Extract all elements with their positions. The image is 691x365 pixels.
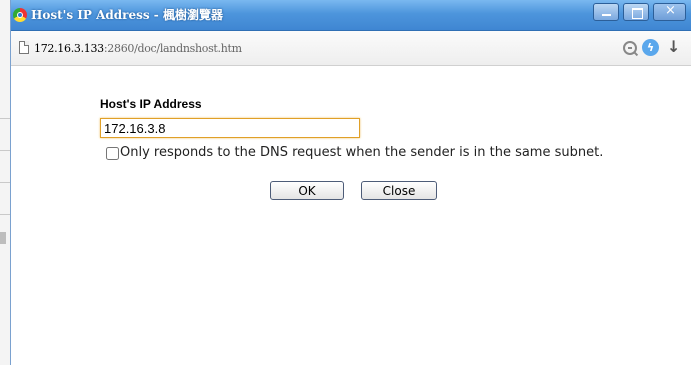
download-icon[interactable]: ↓	[667, 37, 680, 56]
dialog-content: Host's IP Address Only responds to the D…	[11, 66, 691, 365]
popup-window: Host's IP Address - 楓樹瀏覽器 × 172.16.3.133…	[10, 0, 691, 365]
maximize-button[interactable]	[623, 3, 649, 21]
maximize-icon	[632, 8, 643, 19]
bolt-icon[interactable]: ϟ	[642, 39, 659, 56]
address-bar[interactable]: 172.16.3.133:2860/doc/landnshost.htm ϟ ↓	[11, 31, 691, 66]
zoom-icon[interactable]	[623, 41, 637, 55]
background-block	[0, 232, 6, 244]
field-label: Host's IP Address	[100, 97, 202, 111]
close-button[interactable]: Close	[361, 181, 437, 200]
close-window-button[interactable]: ×	[653, 3, 686, 21]
url-host: 172.16.3.133	[34, 42, 104, 55]
minimize-icon	[602, 14, 611, 16]
ip-address-input[interactable]	[100, 118, 360, 138]
page-icon	[19, 41, 29, 54]
minimize-button[interactable]	[593, 3, 619, 21]
url-text[interactable]: 172.16.3.133:2860/doc/landnshost.htm	[34, 42, 242, 55]
title-bar[interactable]: Host's IP Address - 楓樹瀏覽器 ×	[11, 0, 691, 31]
app-icon	[13, 8, 27, 22]
window-title: Host's IP Address - 楓樹瀏覽器	[31, 8, 223, 22]
url-path: :2860/doc/landnshost.htm	[103, 42, 242, 55]
ok-button[interactable]: OK	[270, 181, 344, 200]
checkbox-label: Only responds to the DNS request when th…	[120, 145, 604, 160]
close-icon: ×	[665, 3, 676, 18]
